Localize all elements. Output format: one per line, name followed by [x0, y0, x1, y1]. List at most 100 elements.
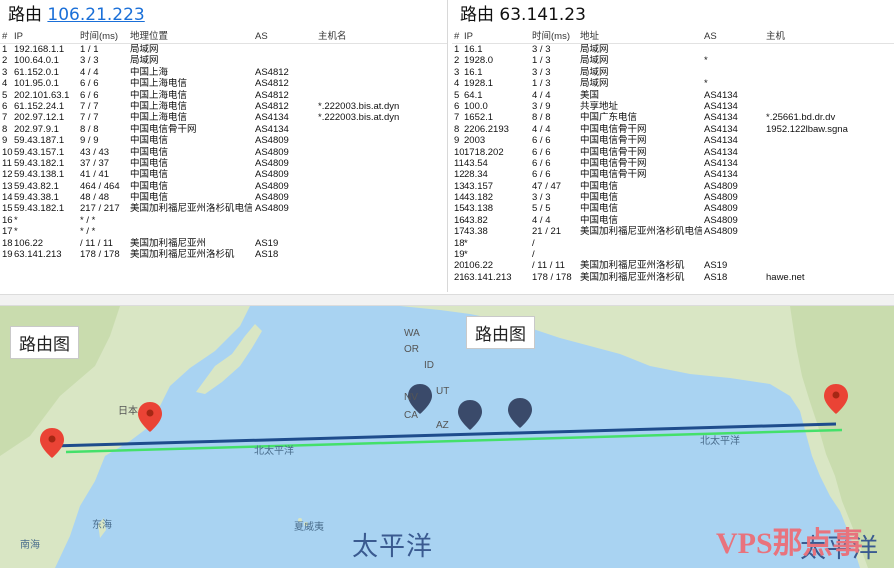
as-cell: AS4809	[704, 203, 738, 215]
host-cell: hawe.net	[766, 271, 805, 283]
table-row[interactable]: 9 2003 6 / 6 中国电信骨干网 AS4134	[452, 135, 894, 146]
table-row[interactable]: 20 106.22 / 11 / 11 美国加利福尼亚州洛杉矶 AS19	[452, 260, 894, 271]
time-cell: 8 / 8	[532, 112, 551, 124]
col-host[interactable]: 主机	[766, 30, 894, 44]
table-row[interactable]: 1 16.1 3 / 3 局域网	[452, 44, 894, 55]
time-cell: / 11 / 11	[532, 260, 565, 272]
table-row[interactable]: 3 16.1 3 / 3 局域网	[452, 67, 894, 78]
col-ip[interactable]: IP	[14, 30, 78, 44]
table-row[interactable]: 9 59.43.187.1 9 / 9 中国电信 AS4809	[0, 135, 447, 146]
as-cell: AS4809	[704, 192, 738, 204]
target-ip-link[interactable]: 106.21.223	[47, 5, 144, 25]
col-hop[interactable]: #	[2, 30, 14, 44]
table-row[interactable]: 4 101.95.0.1 6 / 6 中国上海电信 AS4812	[0, 78, 447, 89]
ip-cell: 202.97.12.1	[14, 112, 65, 124]
label-state-az: AZ	[436, 420, 449, 431]
location-cell: 局域网	[580, 78, 609, 90]
map-tab-right[interactable]: 路由图	[466, 316, 535, 349]
ip-cell: 28.34	[464, 169, 488, 181]
col-location[interactable]: 地理位置	[130, 30, 252, 44]
table-row[interactable]: 14 43.182 3 / 3 中国电信 AS4809	[452, 192, 894, 203]
table-row[interactable]: 18 * /	[452, 238, 894, 249]
ip-cell: 43.138	[464, 203, 494, 215]
col-time[interactable]: 时间(ms)	[80, 30, 126, 44]
time-cell: 48 / 48	[80, 192, 110, 204]
table-row[interactable]: 21 63.141.213 178 / 178 美国加利福尼亚州洛杉矶 AS18 hawe…	[452, 272, 894, 283]
col-as[interactable]: AS	[704, 30, 764, 44]
table-row[interactable]: 16 43.82 4 / 4 中国电信 AS4809	[452, 215, 894, 226]
time-cell: 1 / 1	[80, 44, 99, 55]
location-cell: 共享地址	[580, 100, 619, 112]
table-row[interactable]: 16 * * / *	[0, 215, 447, 226]
label-hawaii: 夏威夷	[294, 522, 324, 533]
col-ip[interactable]: IP	[464, 30, 526, 44]
table-row[interactable]: 19 63.141.213 178 / 178 美国加利福尼亚州洛杉矶 AS18	[0, 249, 447, 260]
location-cell: 中国上海电信	[130, 100, 188, 112]
hop-cell: 17	[2, 226, 13, 238]
table-row[interactable]: 19 * /	[452, 249, 894, 260]
time-cell: 8 / 8	[80, 123, 99, 135]
ip-cell: *	[14, 226, 18, 238]
time-cell: 5 / 5	[532, 203, 551, 215]
table-row[interactable]: 11 43.54 6 / 6 中国电信骨干网 AS4134	[452, 158, 894, 169]
table-row[interactable]: 11 59.43.182.1 37 / 37 中国电信 AS4809	[0, 158, 447, 169]
table-row[interactable]: 17 43.38 21 / 21 美国加利福尼亚州洛杉矶电信 AS4809	[452, 226, 894, 237]
hop-cell: 1	[454, 44, 460, 55]
table-row[interactable]: 7 1652.1 8 / 8 中国广东电信 AS4134 *.25661.bd.dr.dv	[452, 112, 894, 123]
table-row[interactable]: 6 100.0 3 / 9 共享地址 AS4134	[452, 101, 894, 112]
table-row[interactable]: 3 61.152.0.1 4 / 4 中国上海 AS4812	[0, 67, 447, 78]
label-north-pacific-right: 北太平洋	[700, 436, 740, 447]
label-state-or: OR	[404, 344, 419, 355]
table-row[interactable]: 10 1718.202 6 / 6 中国电信骨干网 AS4134	[452, 147, 894, 158]
ip-cell: 2003	[464, 135, 486, 147]
table-row[interactable]: 18 106.22 / 11 / 11 美国加利福尼亚州 AS19	[0, 238, 447, 249]
table-row[interactable]: 2 100.64.0.1 3 / 3 局域网	[0, 55, 447, 66]
table-row[interactable]: 10 59.43.157.1 43 / 43 中国电信 AS4809	[0, 147, 447, 158]
route-map[interactable]: 路由图 路由图 日本 北太平洋 北太平洋 东海 南海 夏威夷 WA OR ID …	[0, 306, 894, 568]
table-row[interactable]: 5 64.1 4 / 4 美国 AS4134	[452, 90, 894, 101]
location-cell: 中国电信	[130, 157, 169, 169]
location-cell: 中国电信骨干网	[580, 169, 647, 181]
hop-cell: 13	[454, 180, 464, 192]
table-row[interactable]: 17 * * / *	[0, 226, 447, 237]
ip-cell: 64.1	[464, 89, 483, 101]
ip-cell: 59.43.157.1	[14, 146, 65, 158]
col-as[interactable]: AS	[255, 30, 315, 44]
table-row[interactable]: 13 59.43.82.1 464 / 464 中国电信 AS4809	[0, 181, 447, 192]
time-cell: 4 / 4	[532, 123, 551, 135]
table-row[interactable]: 15 43.138 5 / 5 中国电信 AS4809	[452, 203, 894, 214]
time-cell: 6 / 6	[532, 169, 551, 181]
table-row[interactable]: 6 61.152.24.1 7 / 7 中国上海电信 AS4812 *.222003.bi…	[0, 101, 447, 112]
table-row[interactable]: 12 59.43.138.1 41 / 41 中国电信 AS4809	[0, 169, 447, 180]
time-cell: 4 / 4	[532, 214, 551, 226]
hop-cell: 2	[2, 55, 8, 67]
as-cell: AS4812	[255, 100, 289, 112]
hop-cell: 11	[2, 157, 12, 169]
col-hop[interactable]: #	[454, 30, 464, 44]
col-location[interactable]: 地址	[580, 30, 702, 44]
as-cell: AS4809	[255, 192, 289, 204]
col-time[interactable]: 时间(ms)	[532, 30, 578, 44]
col-host[interactable]: 主机名	[318, 30, 446, 44]
table-row[interactable]: 13 43.157 47 / 47 中国电信 AS4809	[452, 181, 894, 192]
label-state-ut: UT	[436, 386, 450, 397]
hop-cell: 16	[2, 214, 13, 226]
table-row[interactable]: 1 192.168.1.1 1 / 1 局域网	[0, 44, 447, 55]
table-row[interactable]: 14 59.43.38.1 48 / 48 中国电信 AS4809	[0, 192, 447, 203]
location-cell: 中国电信	[580, 214, 619, 226]
time-cell: 1 / 3	[532, 55, 551, 67]
table-row[interactable]: 12 28.34 6 / 6 中国电信骨干网 AS4134	[452, 169, 894, 180]
table-row[interactable]: 5 202.101.63.1 6 / 6 中国上海电信 AS4812	[0, 90, 447, 101]
table-row[interactable]: 15 59.43.182.1 217 / 217 美国加利福尼亚州洛杉矶电信 AS480…	[0, 203, 447, 214]
table-row[interactable]: 8 202.97.9.1 8 / 8 中国电信骨干网 AS4134	[0, 124, 447, 135]
map-tab-left[interactable]: 路由图	[10, 326, 79, 359]
table-row[interactable]: 8 2206.2193 4 / 4 中国电信骨干网 AS4134 1952.122lbaw…	[452, 124, 894, 135]
table-row[interactable]: 4 1928.1 1 / 3 局域网 *	[452, 78, 894, 89]
table-row[interactable]: 7 202.97.12.1 7 / 7 中国上海电信 AS4134 *.222003.bi…	[0, 112, 447, 123]
location-cell: 中国电信骨干网	[580, 157, 647, 169]
ip-cell: 61.152.0.1	[14, 66, 59, 78]
table-row[interactable]: 2 1928.0 1 / 3 局域网 *	[452, 55, 894, 66]
hop-cell: 14	[454, 192, 464, 204]
time-cell: 6 / 6	[80, 89, 99, 101]
location-cell: 美国加利福尼亚州洛杉矶	[580, 271, 685, 283]
